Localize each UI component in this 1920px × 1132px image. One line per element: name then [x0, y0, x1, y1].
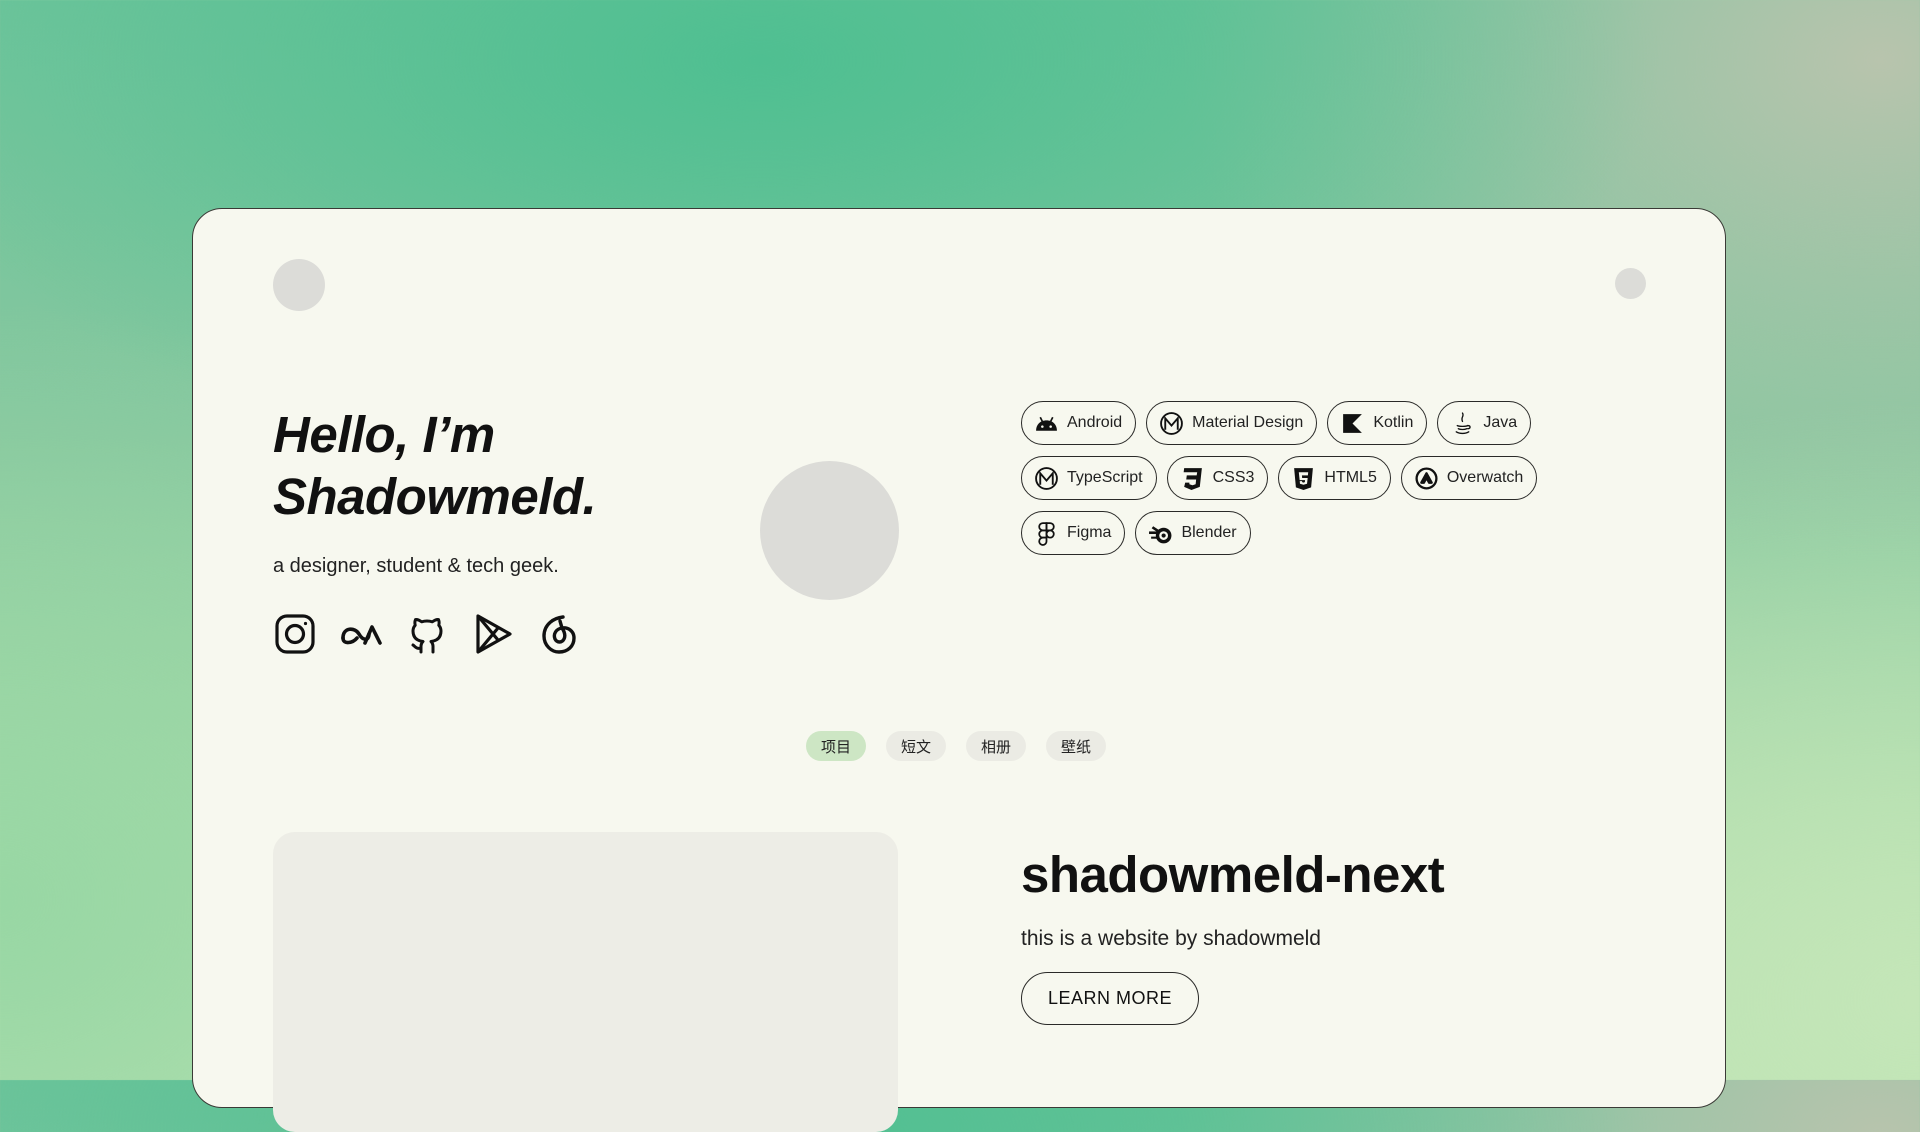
- page-card: Hello, I’m Shadowmeld. a designer, stude…: [192, 208, 1726, 1132]
- kotlin-icon: [1343, 413, 1363, 433]
- skills-row: TypeScript CSS3 HTML5 Overwatch: [1021, 456, 1621, 500]
- hero-title: Hello, I’m Shadowmeld.: [273, 404, 597, 528]
- tab-wallpapers[interactable]: 壁纸: [1046, 731, 1107, 761]
- google-play-link[interactable]: [471, 612, 515, 656]
- tab-albums[interactable]: 相册: [966, 731, 1027, 761]
- skill-chip-overwatch[interactable]: Overwatch: [1400, 456, 1538, 500]
- project-image-placeholder: [273, 832, 898, 1132]
- overwatch-icon: [1415, 466, 1438, 490]
- content-tabs: 项目 短文 相册 壁纸: [806, 731, 1107, 761]
- skills-list: Android Material Design Kotlin Java Type…: [1021, 401, 1621, 566]
- github-icon: [411, 618, 443, 654]
- skill-label: Java: [1483, 414, 1518, 431]
- social-links: [273, 612, 581, 656]
- avatar: [760, 461, 899, 600]
- tab-projects[interactable]: 项目: [806, 731, 867, 761]
- skill-chip-blender[interactable]: Blender: [1135, 511, 1251, 555]
- hero-title-line2: Shadowmeld.: [273, 468, 597, 525]
- logo-placeholder[interactable]: [273, 259, 325, 311]
- tab-articles[interactable]: 短文: [886, 731, 947, 761]
- skill-chip-java[interactable]: Java: [1437, 401, 1532, 445]
- skill-chip-kotlin[interactable]: Kotlin: [1327, 401, 1428, 445]
- skills-row: Android Material Design Kotlin Java: [1021, 401, 1621, 445]
- blender-icon: [1149, 525, 1172, 543]
- instagram-icon: [275, 614, 315, 654]
- hero-title-line1: Hello, I’m: [273, 406, 495, 463]
- skill-label: Overwatch: [1446, 469, 1524, 486]
- typescript-icon: [1035, 466, 1058, 490]
- project-description: this is a website by shadowmeld: [1021, 927, 1321, 950]
- skill-label: Android: [1067, 414, 1123, 431]
- skill-chip-figma[interactable]: Figma: [1021, 511, 1126, 555]
- skill-chip-typescript[interactable]: TypeScript: [1021, 456, 1157, 500]
- github-link[interactable]: [405, 612, 449, 656]
- skill-label: Blender: [1181, 524, 1237, 541]
- learn-more-button[interactable]: LEARN MORE: [1021, 972, 1199, 1025]
- skill-label: Material Design: [1192, 414, 1304, 431]
- osu-icon: [341, 625, 382, 645]
- skill-label: TypeScript: [1067, 469, 1143, 486]
- menu-dot[interactable]: [1615, 268, 1646, 299]
- material-design-icon: [1160, 411, 1184, 435]
- css3-icon: [1183, 467, 1202, 490]
- skills-row: Figma Blender: [1021, 511, 1621, 555]
- netease-music-icon: [542, 615, 576, 654]
- skill-chip-css3[interactable]: CSS3: [1166, 456, 1269, 500]
- html5-icon: [1294, 467, 1314, 490]
- skill-label: Kotlin: [1373, 414, 1414, 431]
- java-icon: [1455, 411, 1472, 434]
- netease-music-link[interactable]: [537, 612, 581, 656]
- skill-chip-html5[interactable]: HTML5: [1278, 456, 1391, 500]
- google-play-icon: [476, 614, 512, 654]
- android-icon: [1036, 416, 1057, 431]
- figma-icon: [1038, 521, 1055, 546]
- project-title: shadowmeld-next: [1021, 846, 1445, 903]
- instagram-link[interactable]: [273, 612, 317, 656]
- skill-chip-material-design[interactable]: Material Design: [1146, 401, 1318, 445]
- skill-label: HTML5: [1324, 469, 1377, 486]
- skill-label: CSS3: [1212, 469, 1255, 486]
- osu-link[interactable]: [339, 612, 383, 656]
- skill-label: Figma: [1067, 524, 1112, 541]
- skill-chip-android[interactable]: Android: [1021, 401, 1137, 445]
- hero-subtitle: a designer, student & tech geek.: [273, 555, 559, 577]
